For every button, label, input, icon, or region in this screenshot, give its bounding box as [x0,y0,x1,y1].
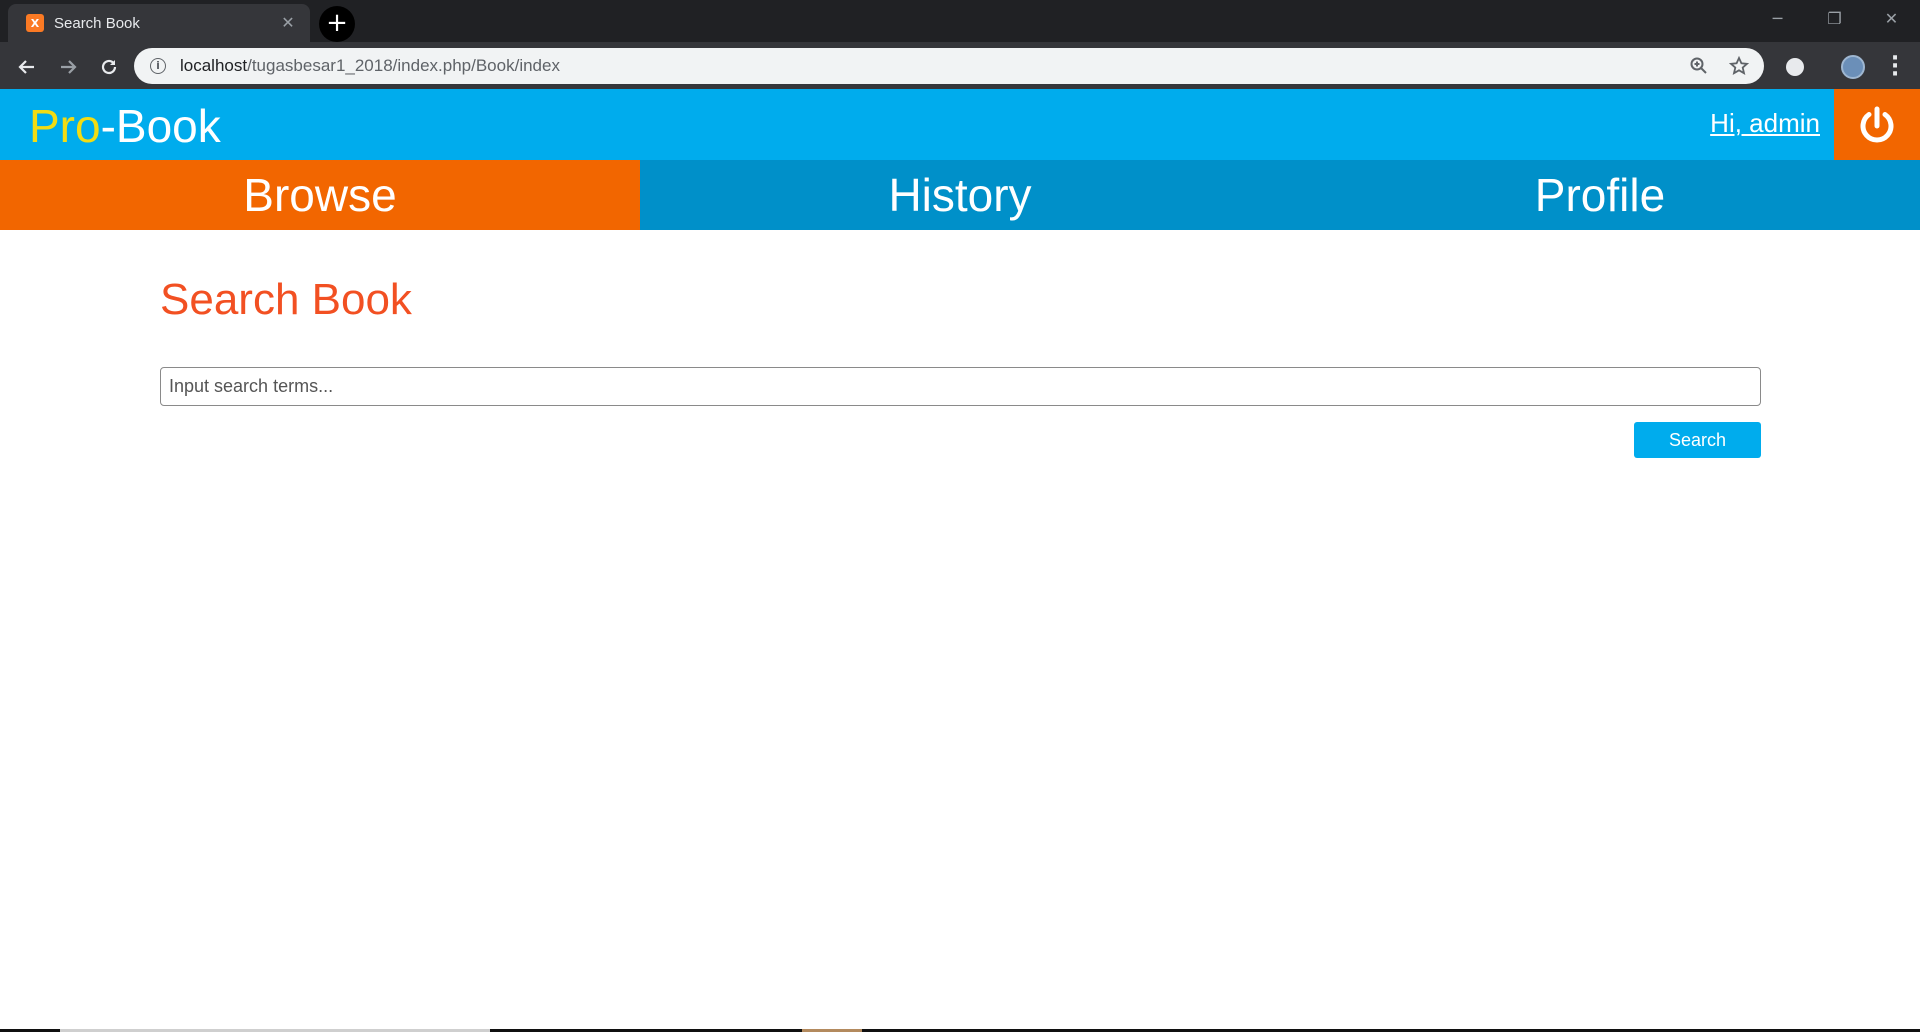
page-title: Search Book [160,275,412,324]
url-path: /tugasbesar1_2018/index.php/Book/index [247,56,560,75]
profile-avatar[interactable] [1838,52,1868,82]
tab-title: Search Book [54,14,140,32]
logo-suffix: -Book [100,100,221,152]
restore-icon[interactable]: ❐ [1806,0,1863,36]
window-close-icon[interactable]: ✕ [1863,0,1920,36]
window-controls: ─ ❐ ✕ [1749,0,1920,36]
xampp-icon: X [26,14,44,32]
arrow-right-icon [61,60,77,74]
logo: Pro-Book [29,98,221,154]
extension-circle [1786,58,1804,76]
back-button[interactable] [10,50,44,84]
user-greeting-link[interactable]: Hi, admin [1710,108,1820,139]
zoom-icon[interactable] [1684,51,1714,81]
info-icon[interactable]: i [150,58,166,74]
power-icon [1860,106,1894,142]
star-icon[interactable] [1724,51,1754,81]
tab-strip: X Search Book ✕ + ─ ❐ ✕ [0,0,1920,42]
arrow-left-icon [18,60,34,74]
minimize-icon[interactable]: ─ [1749,0,1806,36]
browser-chrome: X Search Book ✕ + ─ ❐ ✕ i localhost/tuga… [0,0,1920,89]
logo-prefix: Pro [29,100,101,152]
browser-toolbar: i localhost/tugasbesar1_2018/index.php/B… [0,42,1920,89]
forward-button[interactable] [51,50,85,84]
address-bar[interactable]: i localhost/tugasbesar1_2018/index.php/B… [134,48,1764,84]
url-host: localhost [180,56,248,75]
logout-button[interactable] [1834,89,1920,160]
reload-icon [101,59,117,75]
extension-icon[interactable] [1780,52,1810,82]
nav-history[interactable]: History [640,160,1280,230]
search-button[interactable]: Search [1634,422,1761,458]
nav-browse[interactable]: Browse [0,160,640,230]
browser-tab[interactable]: X Search Book ✕ [8,4,310,42]
menu-icon[interactable]: · · · [1880,46,1910,87]
reload-button[interactable] [92,50,126,84]
app-header: Pro-Book Hi, admin [0,89,1920,160]
new-tab-button[interactable]: + [319,6,355,42]
main-content: Search Book Search [160,230,1761,458]
close-icon[interactable]: ✕ [278,13,298,33]
main-nav: Browse History Profile [0,160,1920,230]
search-input[interactable] [160,367,1761,406]
kebab-dots: · · · [1890,46,1900,87]
nav-profile[interactable]: Profile [1280,160,1920,230]
avatar-icon [1841,55,1865,79]
url-text[interactable]: localhost/tugasbesar1_2018/index.php/Boo… [180,56,1684,76]
